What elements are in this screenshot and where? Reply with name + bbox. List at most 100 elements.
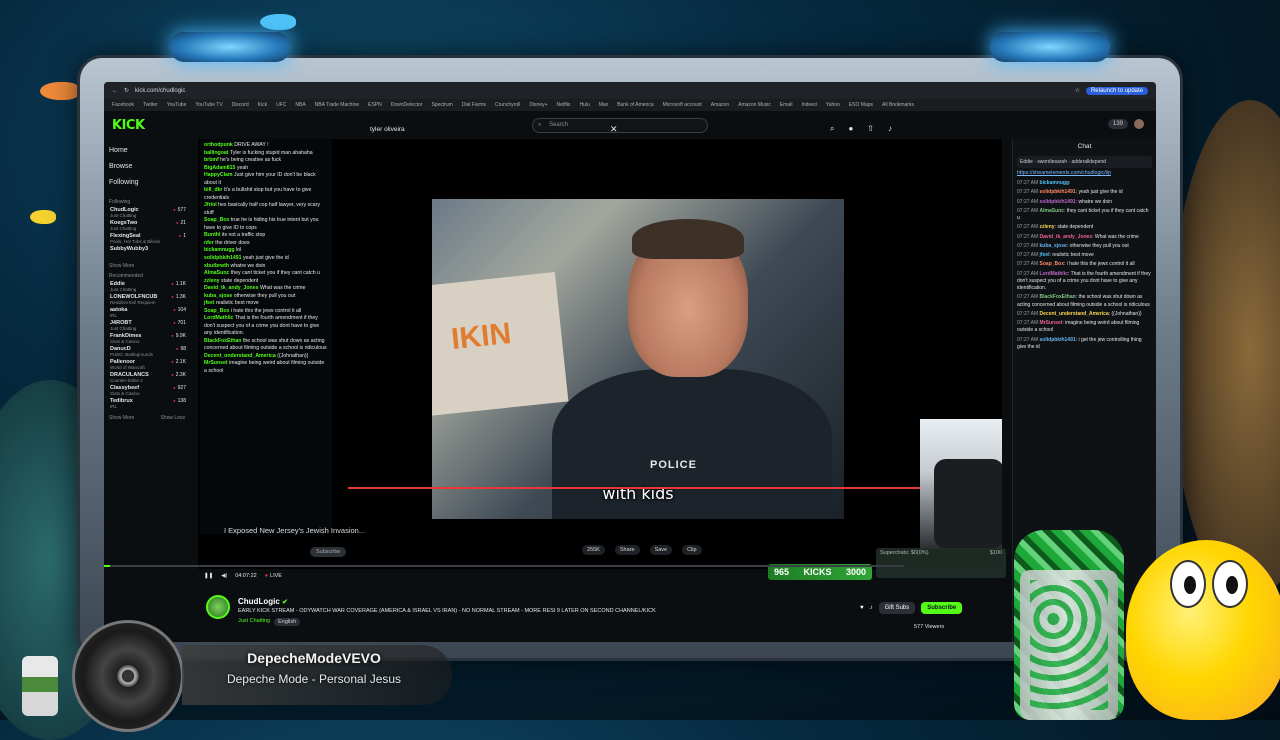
bookmark-item[interactable]: Discord	[232, 102, 249, 108]
overlay-chat-user[interactable]: kuba_sjose	[204, 293, 232, 299]
chat-username[interactable]: jfeel	[1040, 252, 1050, 258]
pinned-user-2[interactable]: swordiesarah	[1037, 159, 1067, 165]
inner-subscribe-button[interactable]: Subscribe	[310, 547, 347, 557]
bookmark-item[interactable]: UFC	[276, 102, 286, 108]
overlay-chat-user[interactable]: zzleny	[204, 278, 220, 284]
bookmark-item[interactable]: Disney+	[529, 102, 547, 108]
sidebar-channel[interactable]: FlexingSealPools, Hot Tubs & Bikinis1	[104, 233, 190, 246]
avatar[interactable]	[1134, 119, 1144, 129]
overlay-chat-user[interactable]: jfeel	[204, 300, 214, 306]
bookmark-item[interactable]: Max	[599, 102, 608, 108]
chat-username[interactable]: zzleny	[1040, 224, 1055, 230]
bookmark-item[interactable]: ESPN	[368, 102, 382, 108]
overlay-chat-user[interactable]: solidpbkih1491	[204, 255, 241, 261]
sidebar-channel[interactable]: DanucDPUBG: Battlegrounds98	[104, 346, 190, 359]
gift-subs-button[interactable]: Gift Subs	[878, 602, 916, 614]
sidebar-channel[interactable]: PalienoorWorld of Warcraft2.1K	[104, 359, 190, 372]
bookmark-item[interactable]: NBA Trade Machine	[315, 102, 359, 108]
bookmark-item[interactable]: Twitter	[143, 102, 158, 108]
overlay-chat-user[interactable]: bickamnugg	[204, 247, 235, 253]
close-icon[interactable]: ✕	[610, 124, 618, 135]
refresh-icon[interactable]: ↻	[124, 87, 129, 94]
bookmark-item[interactable]: Kick	[258, 102, 267, 108]
overlay-chat-user[interactable]: nfer	[204, 240, 214, 246]
mic-icon[interactable]: ●	[848, 124, 853, 134]
chat-username[interactable]: LordMathlic	[1040, 271, 1068, 277]
stream-progress-track[interactable]	[104, 565, 904, 567]
chat-username[interactable]: MrSunset	[1040, 320, 1063, 326]
sidebar-channel[interactable]: J4ROBTJust Chatting701	[104, 320, 190, 333]
sidebar-channel[interactable]: EddieJust Chatting1.1K	[104, 281, 190, 294]
chat-username[interactable]: AlmaSunc	[1040, 208, 1064, 214]
upload-icon[interactable]: ⇧	[867, 124, 874, 134]
sidebar-channel[interactable]: aatokaIRL104	[104, 307, 190, 320]
bookmark-item[interactable]: YouTube TV	[195, 102, 222, 108]
sidebar-channel[interactable]: ClassybeefSlots & Casino927	[104, 385, 190, 398]
bookmark-item[interactable]: All Bookmarks	[882, 102, 914, 108]
sidebar-channel[interactable]: DRACULANCSCounter-Strike 22.3K	[104, 372, 190, 385]
bookmark-item[interactable]: Indeed	[801, 102, 816, 108]
overlay-chat-user[interactable]: Decent_understand_America	[204, 353, 276, 359]
like-button[interactable]: 255K	[582, 545, 605, 555]
bookmark-item[interactable]: Facebook	[112, 102, 134, 108]
bookmark-item[interactable]: Email	[780, 102, 793, 108]
address-bar[interactable]: kick.com/chudlogic	[135, 88, 1069, 94]
overlay-chat-user[interactable]: AlmaSunc	[204, 270, 229, 276]
bookmark-item[interactable]: Crunchyroll	[495, 102, 520, 108]
kick-logo[interactable]: KICK	[112, 118, 145, 133]
overlay-chat-user[interactable]: David_tk_andy_Jones	[204, 285, 259, 291]
pinned-user[interactable]: Eddie	[1020, 159, 1033, 165]
bookmark-item[interactable]: NBA	[295, 102, 305, 108]
overlay-chat-user[interactable]: ballingoat	[204, 150, 229, 156]
streamer-avatar[interactable]	[206, 595, 230, 619]
overlay-chat-user[interactable]: HappyClam	[204, 172, 233, 178]
search-icon[interactable]: ⌕	[830, 124, 834, 134]
bookmark-item[interactable]: Bank of America	[617, 102, 653, 108]
relaunch-button[interactable]: Relaunch to update	[1085, 86, 1148, 95]
subscribe-button[interactable]: Subscribe	[921, 602, 963, 614]
sidebar-channel[interactable]: FrankDimesSlots & Casino9.9K	[104, 333, 190, 346]
points-badge[interactable]: 139	[1107, 119, 1128, 129]
chat-username[interactable]: David_tk_andy_Jones	[1040, 234, 1093, 240]
sidebar-channel[interactable]: KoegsTwoJust Chatting21	[104, 220, 190, 233]
share-button[interactable]: Share	[614, 545, 640, 555]
overlay-chat-user[interactable]: Bunthl	[204, 232, 220, 238]
inner-search-text[interactable]: tyler oliveira	[370, 126, 405, 133]
overlay-chat-user[interactable]: BlackFoxEthan	[204, 338, 241, 344]
streamer-name[interactable]: ChudLogic ✔	[238, 597, 288, 606]
bookmark-item[interactable]: Netflix	[557, 102, 571, 108]
heart-icon[interactable]: ♥	[860, 605, 864, 611]
chat-username[interactable]: solidpbkih1491	[1040, 199, 1076, 205]
sidebar-channel[interactable]: SubbyWubby3	[104, 246, 190, 259]
overlay-chat-user[interactable]: Soap_Box	[204, 217, 229, 223]
overlay-chat-user[interactable]: orthodpunk	[204, 142, 233, 148]
sidebar-channel[interactable]: TedibruxIRL138	[104, 398, 190, 411]
overlay-chat-user[interactable]: Jfriol	[204, 202, 217, 208]
pause-icon[interactable]: ❚❚	[204, 573, 213, 579]
nav-home[interactable]: Home	[109, 147, 185, 163]
back-icon[interactable]: ←	[112, 88, 118, 94]
overlay-chat-user[interactable]: LordMathlic	[204, 315, 233, 321]
save-button[interactable]: Save	[649, 545, 673, 555]
bookmark-item[interactable]: YouTube	[167, 102, 187, 108]
show-more-following[interactable]: Show More	[104, 263, 190, 269]
bookmark-item[interactable]: Hulu	[579, 102, 589, 108]
stream-category[interactable]: Just Chatting	[238, 618, 270, 626]
overlay-chat-user[interactable]: bill_dkr	[204, 187, 222, 193]
bell-icon[interactable]: ♪	[888, 124, 892, 134]
chat-username[interactable]: solidpbkih1491	[1040, 189, 1076, 195]
chat-username[interactable]: Decent_understand_America	[1040, 311, 1109, 317]
bookmark-item[interactable]: Microsoft account	[663, 102, 702, 108]
bookmark-item[interactable]: Dial Farms	[462, 102, 486, 108]
sidebar-channel[interactable]: ChudLogicJust Chatting577	[104, 207, 190, 220]
chat-username[interactable]: Soap_Box	[1040, 261, 1064, 267]
bookmark-item[interactable]: Spectrum	[431, 102, 452, 108]
chat-username[interactable]: bickamnugg	[1040, 180, 1069, 186]
chat-username[interactable]: kuba_sjose	[1040, 243, 1067, 249]
chat-username[interactable]: solidpbkih1491	[1040, 337, 1076, 343]
notification-icon[interactable]: ♪	[870, 605, 873, 611]
nav-browse[interactable]: Browse	[109, 163, 185, 179]
bookmark-item[interactable]: Yahoo	[826, 102, 840, 108]
stream-language-tag[interactable]: English	[274, 618, 301, 626]
overlay-chat-user[interactable]: BigAdam815	[204, 165, 235, 171]
